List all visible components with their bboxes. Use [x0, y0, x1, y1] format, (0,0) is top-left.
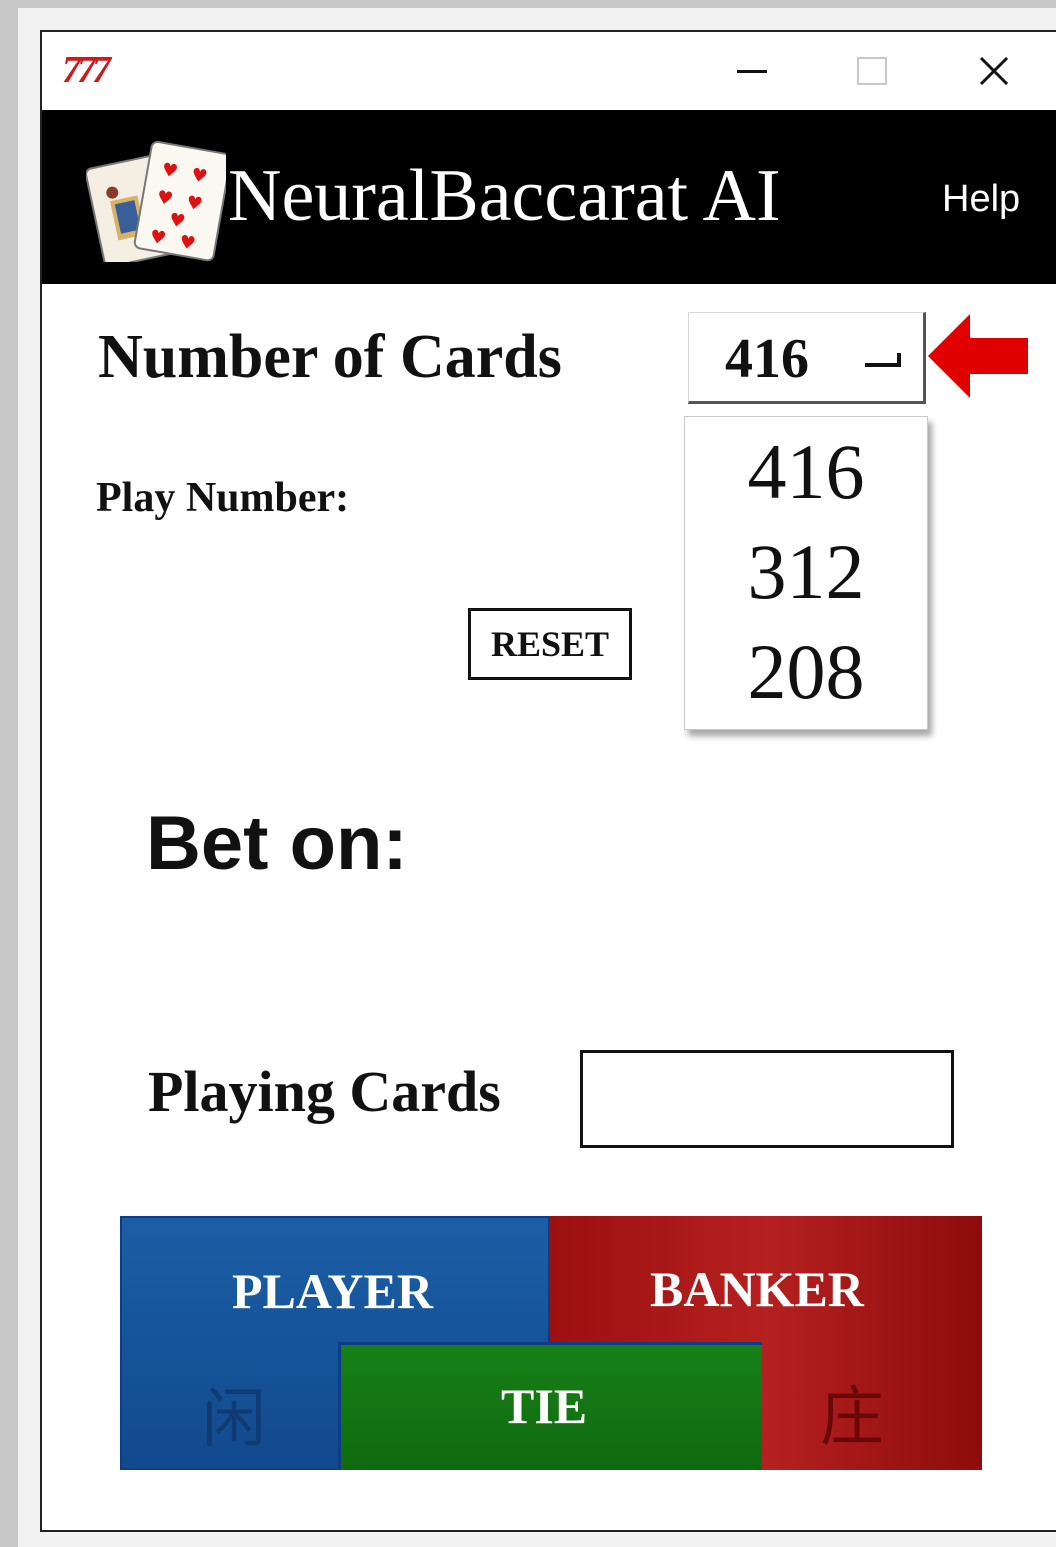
minimize-icon: [737, 69, 767, 73]
tie-button[interactable]: TIE: [338, 1342, 762, 1470]
dropdown-arrow-icon: [865, 353, 901, 367]
banker-chinese-label: 庄: [820, 1381, 884, 1455]
close-icon: [979, 56, 1009, 86]
number-of-cards-label: Number of Cards: [98, 323, 562, 391]
app-title: NeuralBaccarat AI: [228, 155, 781, 237]
dropdown-option[interactable]: 416: [685, 427, 927, 517]
title-bar: 777: [42, 32, 1056, 110]
play-number-label: Play Number:: [96, 475, 350, 521]
playing-cards-input[interactable]: [580, 1050, 954, 1148]
dropdown-option[interactable]: 312: [685, 527, 927, 617]
minimize-button[interactable]: [722, 46, 782, 96]
reset-button[interactable]: RESET: [468, 608, 632, 680]
tie-label: TIE: [501, 1378, 588, 1434]
number-of-cards-select[interactable]: 416: [688, 312, 926, 404]
app-window: 777 ♥ ♥ ♥ ♥ ♥ ♥ ♥ NeuralBaccarat AI Help…: [40, 30, 1056, 1532]
player-chinese-label: 闲: [202, 1383, 266, 1457]
maximize-button[interactable]: [842, 46, 902, 96]
maximize-icon: [857, 57, 887, 85]
number-of-cards-selected-value: 416: [725, 328, 809, 390]
app-header: ♥ ♥ ♥ ♥ ♥ ♥ ♥ NeuralBaccarat AI Help: [42, 110, 1056, 284]
playing-cards-label: Playing Cards: [148, 1059, 501, 1124]
number-of-cards-dropdown-list: 416 312 208: [684, 416, 928, 730]
player-label: PLAYER: [232, 1263, 433, 1319]
playing-cards-logo-icon: ♥ ♥ ♥ ♥ ♥ ♥ ♥: [86, 140, 226, 262]
app-icon: 777: [62, 49, 111, 91]
help-menu[interactable]: Help: [942, 178, 1020, 221]
red-arrow-icon: [928, 314, 1028, 398]
bet-buttons-area: PLAYER 闲 BANKER 庄 TIE: [120, 1216, 982, 1470]
close-button[interactable]: [964, 46, 1024, 96]
bet-on-label: Bet on:: [146, 801, 408, 886]
banker-label: BANKER: [650, 1261, 864, 1317]
dropdown-option[interactable]: 208: [685, 627, 927, 717]
